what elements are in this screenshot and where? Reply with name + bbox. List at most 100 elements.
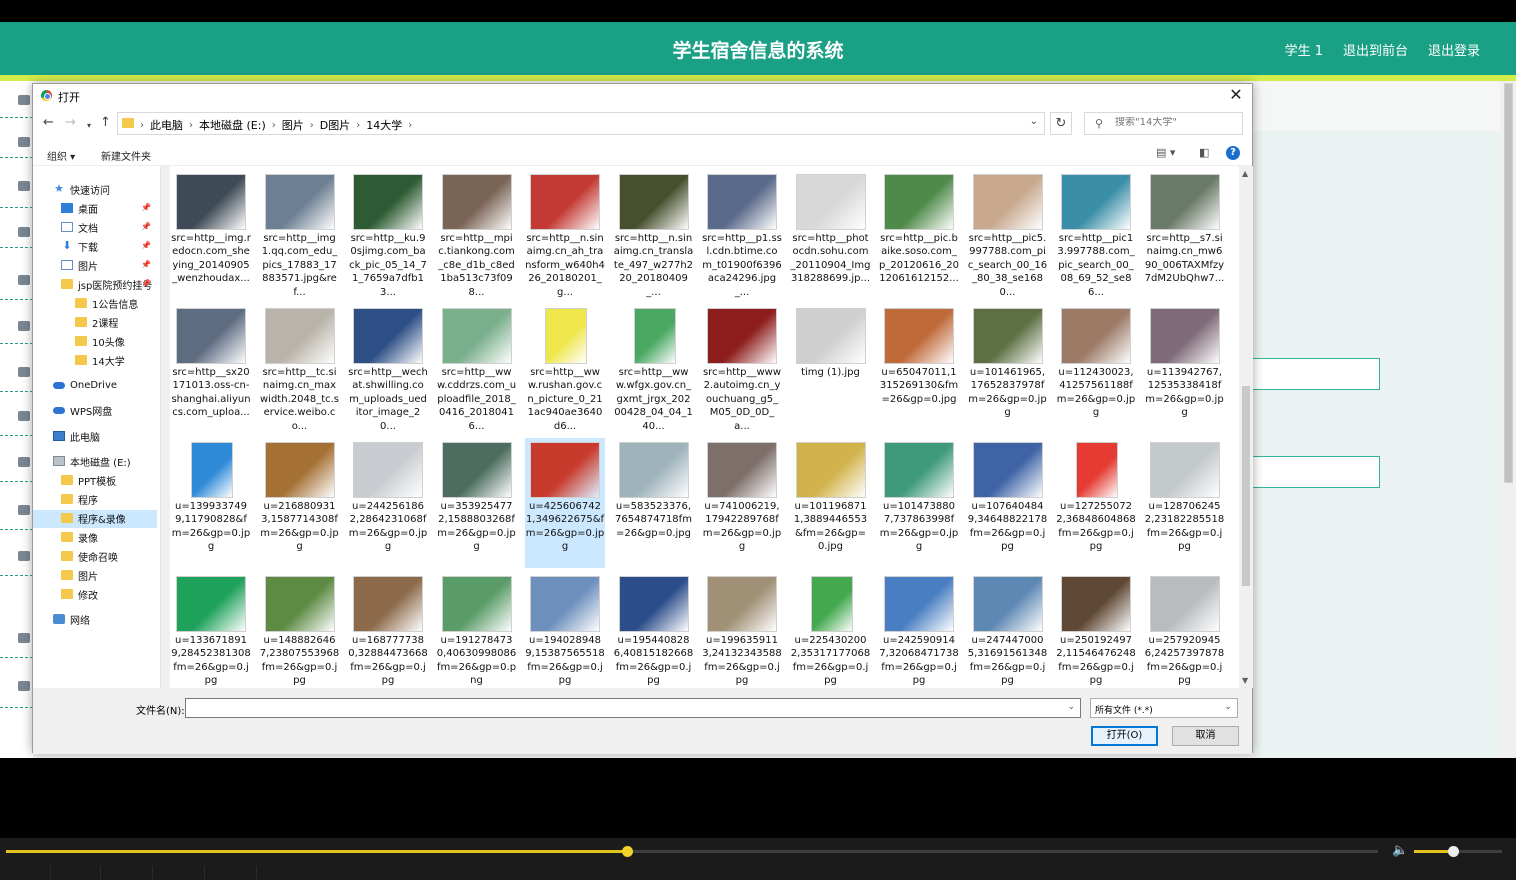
- file-item[interactable]: src=http__pic5.997788.com_pic_search_00_…: [968, 170, 1048, 300]
- file-item[interactable]: u=65047011,1315269130&fm=26&gp=0.jpg: [879, 304, 959, 434]
- file-item[interactable]: u=3539254772,1588803268fm=26&gp=0.jpg: [437, 438, 517, 568]
- nav-item[interactable]: 本地磁盘 (E:): [53, 452, 131, 470]
- new-folder-button[interactable]: 新建文件夹: [101, 148, 151, 163]
- close-icon[interactable]: ✕: [1226, 85, 1246, 105]
- organize-button[interactable]: 组织 ▾: [47, 148, 75, 163]
- progress-handle[interactable]: [621, 846, 633, 857]
- nav-item[interactable]: 此电脑: [53, 427, 100, 445]
- pin-icon[interactable]: 📌: [141, 222, 151, 231]
- page-scrollbar[interactable]: [1500, 81, 1516, 758]
- file-item[interactable]: u=101461965,17652837978fm=26&gp=0.jpg: [968, 304, 1048, 434]
- nav-item[interactable]: 网络: [53, 610, 90, 628]
- nav-item[interactable]: 录像: [61, 528, 98, 546]
- nav-item[interactable]: jsp医院预约挂号 📌: [61, 275, 152, 293]
- file-item[interactable]: u=2579209456,24257397878fm=26&gp=0.jpg: [1145, 572, 1225, 688]
- nav-item[interactable]: 桌面 📌: [61, 199, 151, 217]
- preview-pane-icon[interactable]: ◧: [1199, 146, 1209, 159]
- pin-icon[interactable]: 📌: [141, 279, 151, 288]
- nav-item[interactable]: 使命召唤: [61, 547, 118, 565]
- home-icon[interactable]: [18, 95, 30, 105]
- file-item[interactable]: src=http__www2.autoimg.cn_youchuang_g5_M…: [702, 304, 782, 434]
- chevron-down-icon[interactable]: ⌄: [1067, 702, 1075, 712]
- nav-item[interactable]: ★ 快速访问: [53, 180, 110, 198]
- tool-icon[interactable]: [18, 633, 30, 643]
- file-item[interactable]: src=http__img.redocn.com_sheying_2014090…: [171, 170, 251, 300]
- file-item[interactable]: u=1014738807,737863998fm=26&gp=0.jpg: [879, 438, 959, 568]
- breadcrumb-item[interactable]: 此电脑: [150, 117, 183, 133]
- file-item[interactable]: src=http__photocdn.sohu.com_20110904_Img…: [791, 170, 871, 300]
- file-item[interactable]: u=2425909147,32068471738fm=26&gp=0.jpg: [879, 572, 959, 688]
- recent-chevron-icon[interactable]: ▾: [87, 119, 91, 133]
- file-grid-scrollbar[interactable]: ▲ ▼: [1239, 166, 1253, 688]
- mic-icon[interactable]: [18, 321, 30, 331]
- briefcase-icon[interactable]: [18, 367, 30, 377]
- filename-input[interactable]: ⌄: [185, 698, 1081, 718]
- file-item[interactable]: u=2254302002,35317177068fm=26&gp=0.jpg: [791, 572, 871, 688]
- file-item[interactable]: u=1488826467,23807553968fm=26&gp=0.jpg: [260, 572, 340, 688]
- nav-item[interactable]: 修改: [61, 585, 98, 603]
- forward-arrow-icon[interactable]: →: [65, 116, 76, 130]
- scrollbar-thumb[interactable]: [1504, 83, 1513, 483]
- file-item[interactable]: u=1912784730,40630998086fm=26&gp=0.png: [437, 572, 517, 688]
- nav-item[interactable]: 程序: [61, 490, 98, 508]
- refresh-icon[interactable]: ↻: [1050, 112, 1072, 135]
- breadcrumb-item[interactable]: 图片: [282, 117, 304, 133]
- form-input[interactable]: [1253, 456, 1380, 488]
- nav-item[interactable]: 程序&录像: [61, 509, 126, 527]
- file-item[interactable]: src=http__wechat.shwilling.com_uploads_u…: [348, 304, 428, 434]
- expand-icon[interactable]: [18, 457, 30, 467]
- nav-logout[interactable]: 退出登录: [1428, 40, 1480, 59]
- file-item[interactable]: src=http__sx20171013.oss-cn-shanghai.ali…: [171, 304, 251, 434]
- file-item[interactable]: u=1954408286,40815182668fm=26&gp=0.jpg: [614, 572, 694, 688]
- back-arrow-icon[interactable]: ←: [43, 116, 54, 130]
- cancel-button[interactable]: 取消: [1172, 726, 1239, 746]
- file-item[interactable]: src=http__p1.ssl.cdn.btime.com_t01900f63…: [702, 170, 782, 300]
- file-item[interactable]: src=http__ku.90sjimg.com_back_pic_05_14_…: [348, 170, 428, 300]
- file-item[interactable]: src=http__www.wfgx.gov.cn_gxmt_jrgx_2020…: [614, 304, 694, 434]
- file-item[interactable]: u=2501924972,11546476248fm=26&gp=0.jpg: [1056, 572, 1136, 688]
- volume-slider[interactable]: [1414, 846, 1502, 857]
- volume-icon[interactable]: 🔈: [1392, 843, 1408, 858]
- file-item[interactable]: timg (1).jpg: [791, 304, 871, 434]
- doc-icon[interactable]: [18, 181, 30, 191]
- chart-icon[interactable]: [18, 551, 30, 561]
- nav-item[interactable]: PPT模板: [61, 471, 116, 489]
- file-item[interactable]: u=112430023,41257561188fm=26&gp=0.jpg: [1056, 304, 1136, 434]
- file-item[interactable]: u=583523376,7654874718fm=26&gp=0.jpg: [614, 438, 694, 568]
- settings-icon[interactable]: [18, 227, 30, 237]
- file-item[interactable]: u=1399337499,11790828&fm=26&gp=0.jpg: [171, 438, 251, 568]
- nav-user[interactable]: 学生 1: [1285, 40, 1323, 59]
- file-item[interactable]: u=741006219,17942289768fm=26&gp=0.jpg: [702, 438, 782, 568]
- file-item[interactable]: src=http__img1.qq.com_edu_pics_17883_178…: [260, 170, 340, 300]
- nav-item[interactable]: 文档 📌: [61, 218, 151, 236]
- scrollbar-thumb[interactable]: [1242, 386, 1250, 586]
- pin-icon[interactable]: 📌: [141, 260, 151, 269]
- up-arrow-icon[interactable]: ↑: [100, 116, 111, 130]
- file-item[interactable]: src=http__n.sinaimg.cn_translate_497_w27…: [614, 170, 694, 300]
- filetype-select[interactable]: 所有文件 (*.*) ⌄: [1090, 698, 1238, 718]
- nav-item[interactable]: WPS网盘: [53, 401, 112, 419]
- file-item[interactable]: u=1287062452,23182285518fm=26&gp=0.jpg: [1145, 438, 1225, 568]
- pin-icon[interactable]: 📌: [141, 241, 151, 250]
- view-mode-icon[interactable]: ▤ ▾: [1156, 146, 1175, 159]
- open-button[interactable]: 打开(O): [1091, 726, 1158, 746]
- file-item[interactable]: u=2442561862,2864231068fm=26&gp=0.jpg: [348, 438, 428, 568]
- user-icon[interactable]: [18, 137, 30, 147]
- scroll-down-icon[interactable]: ▼: [1242, 676, 1248, 685]
- volume-handle[interactable]: [1447, 846, 1459, 857]
- breadcrumb-item[interactable]: 14大学: [366, 117, 402, 133]
- nav-exit-frontend[interactable]: 退出到前台: [1343, 40, 1408, 59]
- breadcrumb-item[interactable]: 本地磁盘 (E:): [199, 117, 266, 133]
- file-item[interactable]: u=1011968711,3889446553&fm=26&gp=0.jpg: [791, 438, 871, 568]
- file-item[interactable]: u=1272550722,36848604868fm=26&gp=0.jpg: [1056, 438, 1136, 568]
- file-item[interactable]: u=4256067421,349622675&fm=26&gp=0.jpg: [525, 438, 605, 568]
- account-icon[interactable]: [18, 681, 30, 691]
- search-box[interactable]: ⚲: [1084, 112, 1243, 135]
- file-item[interactable]: u=1940289489,15387565518fm=26&gp=0.jpg: [525, 572, 605, 688]
- file-item[interactable]: src=http__pic13.997788.com_pic_search_00…: [1056, 170, 1136, 300]
- file-item[interactable]: src=http__s7.sinaimg.cn_mw690_006TAXMfzy…: [1145, 170, 1225, 300]
- file-item[interactable]: src=http__mpic.tiankong.com_c8e_d1b_c8ed…: [437, 170, 517, 300]
- file-item[interactable]: src=http__www.cddrzs.com_uploadfile_2018…: [437, 304, 517, 434]
- search-input[interactable]: [1115, 117, 1235, 128]
- nav-item[interactable]: 2课程: [75, 313, 118, 331]
